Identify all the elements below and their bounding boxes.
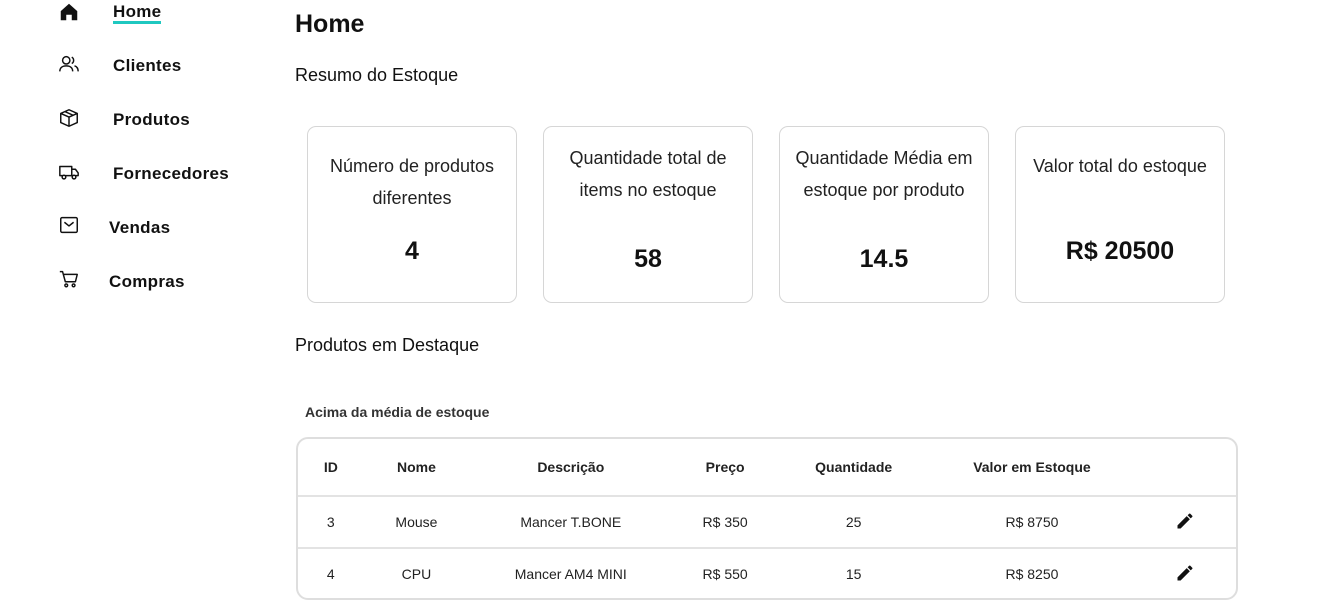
cell-descricao: Mancer T.BONE <box>469 495 673 548</box>
sidebar-item-label: Produtos <box>113 110 191 129</box>
cell-quantidade: 15 <box>777 547 930 598</box>
cell-preco: R$ 350 <box>672 495 778 548</box>
sidebar-item-vendas[interactable]: Vendas <box>0 213 260 241</box>
summary-card: Quantidade Média em estoque por produto … <box>779 126 989 303</box>
sidebar-item-label: Clientes <box>113 56 182 75</box>
sidebar-item-label: Home <box>113 3 162 24</box>
card-label: Quantidade Média em estoque por produto <box>795 148 973 200</box>
sidebar-item-clientes[interactable]: Clientes <box>0 52 260 80</box>
column-header-nome: Nome <box>396 459 436 475</box>
table-caption: Acima da média de estoque <box>305 404 490 420</box>
cell-valor-estoque: R$ 8250 <box>929 547 1135 598</box>
cell-preco: R$ 550 <box>672 547 778 598</box>
sidebar-item-label: Compras <box>109 272 185 291</box>
card-value: 4 <box>405 237 419 265</box>
column-header-valor-estoque: Valor em Estoque <box>973 459 1091 475</box>
cell-quantidade: 25 <box>777 495 930 548</box>
column-header-id: ID <box>323 459 338 475</box>
card-label: Número de produtos diferentes <box>329 156 495 208</box>
featured-section-title: Produtos em Destaque <box>295 335 480 355</box>
box-icon <box>57 106 81 130</box>
table-header-row: ID Nome Descrição Preço Quantidade Valor… <box>298 439 1236 496</box>
cell-actions <box>1134 495 1236 548</box>
edit-button[interactable] <box>1173 562 1197 586</box>
column-header-quantidade: Quantidade <box>815 459 893 475</box>
table-row: 4 CPU Mancer AM4 MINI R$ 550 15 R$ 8250 <box>298 547 1236 598</box>
card-label: Quantidade total de items no estoque <box>569 148 727 200</box>
cell-descricao: Mancer AM4 MINI <box>469 547 673 598</box>
cell-id: 4 <box>298 547 364 598</box>
page-title: Home <box>295 10 365 38</box>
card-value: 58 <box>634 245 662 273</box>
users-icon <box>57 52 81 76</box>
sidebar-item-home[interactable]: Home <box>0 0 260 28</box>
card-value: 14.5 <box>859 245 909 273</box>
sidebar: Home Clientes Produtos Fornecedores Vend… <box>0 0 260 614</box>
truck-icon <box>57 160 81 184</box>
column-header-actions <box>1134 439 1236 496</box>
inbox-icon <box>57 213 81 237</box>
sidebar-item-compras[interactable]: Compras <box>0 267 260 295</box>
home-icon <box>57 0 81 24</box>
cell-nome: CPU <box>363 547 470 598</box>
summary-card: Número de produtos diferentes 4 <box>307 126 517 303</box>
pencil-icon <box>1175 563 1195 586</box>
cell-valor-estoque: R$ 8750 <box>929 495 1135 548</box>
card-value: R$ 20500 <box>1065 237 1175 265</box>
sidebar-item-label: Vendas <box>109 218 171 237</box>
summary-card: Valor total do estoque R$ 20500 <box>1015 126 1225 303</box>
column-header-preco: Preço <box>705 459 745 475</box>
table-row: 3 Mouse Mancer T.BONE R$ 350 25 R$ 8750 <box>298 495 1236 548</box>
summary-section-title: Resumo do Estoque <box>295 65 459 85</box>
column-header-descricao: Descrição <box>537 459 605 475</box>
edit-button[interactable] <box>1173 510 1197 534</box>
cart-icon <box>57 267 81 291</box>
cell-id: 3 <box>298 495 364 548</box>
cell-nome: Mouse <box>363 495 470 548</box>
sidebar-item-produtos[interactable]: Produtos <box>0 106 260 134</box>
sidebar-item-label: Fornecedores <box>113 164 230 183</box>
summary-card: Quantidade total de items no estoque 58 <box>543 126 753 303</box>
cell-actions <box>1134 547 1236 598</box>
products-table: ID Nome Descrição Preço Quantidade Valor… <box>296 437 1238 600</box>
card-label: Valor total do estoque <box>1033 156 1207 176</box>
pencil-icon <box>1175 511 1195 534</box>
sidebar-item-fornecedores[interactable]: Fornecedores <box>0 160 260 188</box>
